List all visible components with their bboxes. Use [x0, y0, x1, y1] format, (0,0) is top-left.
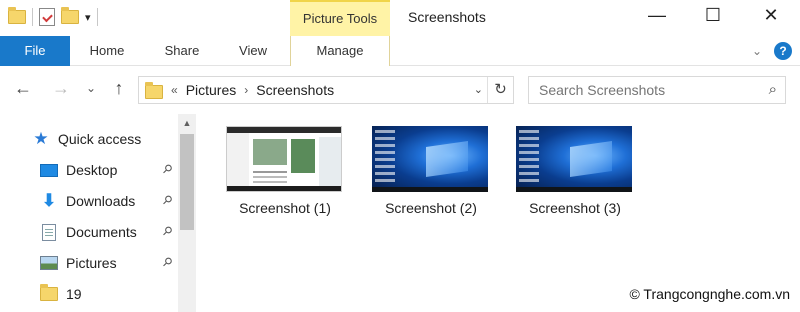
folder-icon[interactable] [8, 7, 26, 24]
minimize-button[interactable]: — [634, 0, 680, 32]
quick-access-toolbar: ▾ [8, 6, 98, 28]
file-thumbnail [372, 126, 488, 192]
file-item[interactable]: Screenshot (3) [500, 120, 642, 226]
file-item[interactable]: Screenshot (1) [210, 120, 352, 226]
new-folder-icon[interactable] [61, 7, 79, 24]
close-button[interactable]: ✕ [748, 0, 794, 32]
pin-icon[interactable]: ⚲ [160, 192, 176, 208]
navigation-scrollbar[interactable]: ▲ [178, 114, 196, 312]
documents-icon [42, 223, 56, 241]
customize-toolbar-dropdown[interactable]: ▾ [85, 11, 91, 24]
address-dropdown[interactable]: ⌄ [474, 77, 483, 103]
window-title: Screenshots [408, 9, 486, 25]
file-item[interactable]: Screenshot (2) [356, 120, 498, 226]
sidebar-item-label: Documents [66, 224, 137, 240]
toolbar-divider [96, 8, 98, 26]
sidebar-item-downloads[interactable]: ⬇ Downloads ⚲ [0, 186, 176, 216]
search-icon[interactable]: ⌕ [769, 81, 777, 98]
tab-share[interactable]: Share [154, 36, 210, 66]
pictures-icon [40, 256, 58, 270]
sidebar-item-label: 19 [66, 286, 82, 302]
picture-tools-group: Picture Tools [290, 0, 390, 36]
tab-manage[interactable]: Manage [290, 36, 390, 66]
pin-icon[interactable]: ⚲ [160, 254, 176, 270]
navigation-pane: ★ Quick access Desktop ⚲ ⬇ Downloads ⚲ D… [0, 114, 198, 312]
file-thumbnail [516, 126, 632, 192]
downloads-icon: ⬇ [41, 191, 57, 210]
watermark: © Trangcongnghe.com.vn [629, 286, 790, 302]
breadcrumb-screenshots[interactable]: Screenshots [256, 77, 334, 103]
navigation-bar: ← → ⌄ ↑ « Pictures › Screenshots ⌄ ↻ ⌕ [0, 72, 800, 108]
picture-tools-label: Picture Tools [302, 11, 378, 26]
recent-locations-button[interactable]: ⌄ [80, 78, 102, 100]
file-name: Screenshot (3) [529, 200, 621, 216]
sidebar-item-quick-access[interactable]: ★ Quick access [0, 124, 176, 154]
sidebar-item-documents[interactable]: Documents ⚲ [0, 217, 176, 247]
breadcrumb-overflow[interactable]: « [171, 77, 178, 103]
file-list: Screenshot (1) Screenshot (2) Screenshot… [210, 120, 800, 240]
up-button[interactable]: ↑ [108, 78, 130, 100]
maximize-button[interactable]: ☐ [690, 0, 736, 32]
help-icon[interactable]: ? [774, 42, 792, 60]
ribbon-tabs: File Home Share View Manage ⌄ ? [0, 36, 800, 66]
folder-icon [40, 284, 58, 301]
search-input[interactable] [529, 77, 755, 103]
title-bar: ▾ Picture Tools Screenshots — ☐ ✕ [0, 0, 800, 36]
sidebar-item-label: Desktop [66, 162, 118, 178]
search-box: ⌕ [528, 76, 786, 104]
sidebar-item-label: Quick access [58, 131, 142, 147]
folder-icon [145, 82, 163, 99]
tab-view[interactable]: View [228, 36, 278, 66]
scroll-thumb[interactable] [180, 134, 194, 230]
breadcrumb-pictures[interactable]: Pictures [186, 77, 237, 103]
desktop-icon [40, 163, 58, 177]
chevron-right-icon[interactable]: › [244, 77, 248, 103]
expand-ribbon-icon[interactable]: ⌄ [752, 44, 762, 58]
sidebar-item-pictures[interactable]: Pictures ⚲ [0, 248, 176, 278]
sidebar-item-label: Pictures [66, 255, 117, 271]
properties-icon[interactable] [39, 8, 55, 26]
file-name: Screenshot (2) [385, 200, 477, 216]
forward-button[interactable]: → [50, 78, 72, 100]
star-icon: ★ [33, 129, 49, 148]
back-button[interactable]: ← [12, 78, 34, 100]
tab-file[interactable]: File [0, 36, 70, 66]
scroll-up-button[interactable]: ▲ [178, 114, 196, 132]
file-name: Screenshot (1) [239, 200, 331, 216]
toolbar-divider [32, 8, 33, 26]
pin-icon[interactable]: ⚲ [160, 161, 176, 177]
address-bar[interactable]: « Pictures › Screenshots ⌄ ↻ [138, 76, 514, 104]
sidebar-item-19[interactable]: 19 [0, 279, 176, 309]
file-thumbnail [226, 126, 342, 192]
sidebar-item-label: Downloads [66, 193, 136, 209]
breadcrumb: « Pictures › Screenshots [171, 77, 334, 103]
refresh-button[interactable]: ↻ [487, 77, 513, 103]
tab-home[interactable]: Home [78, 36, 136, 66]
pin-icon[interactable]: ⚲ [160, 223, 176, 239]
sidebar-item-desktop[interactable]: Desktop ⚲ [0, 155, 176, 185]
